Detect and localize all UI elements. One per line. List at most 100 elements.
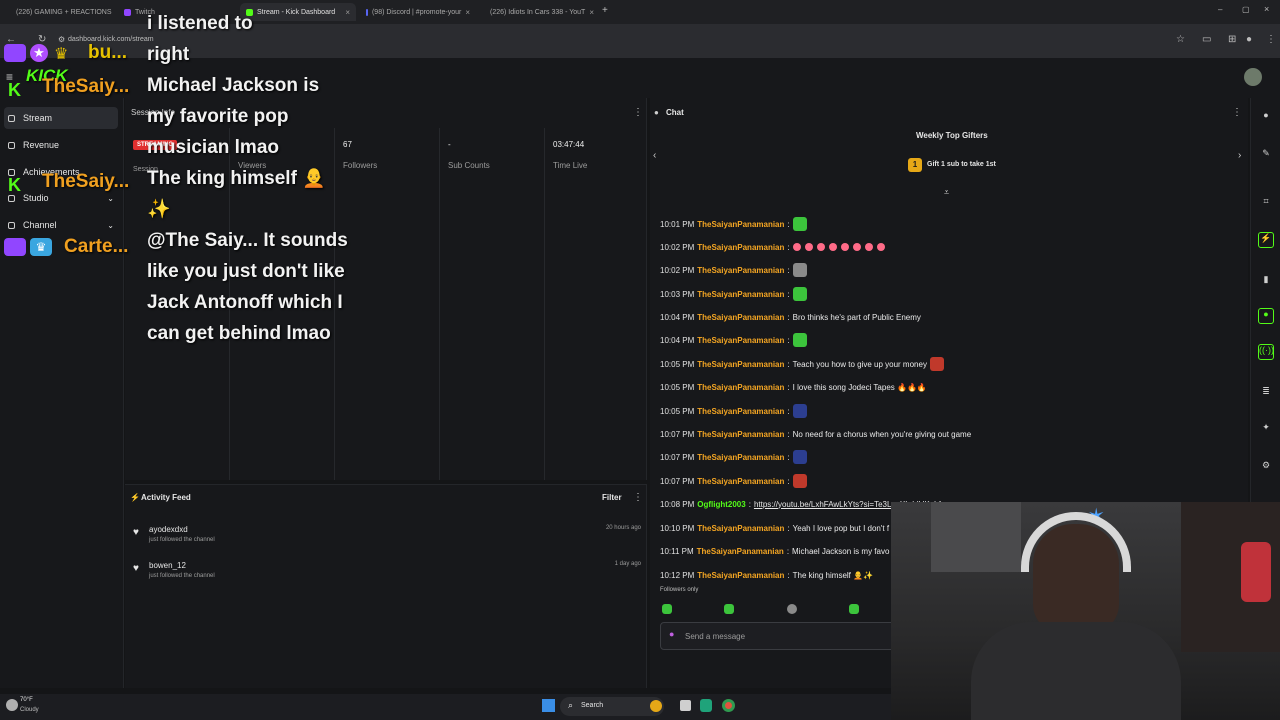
kebab-menu-icon[interactable]: ⋮ [633, 107, 643, 118]
crop-icon[interactable]: ⌗ [1260, 196, 1272, 208]
kebab-menu-icon[interactable]: ⋮ [633, 492, 643, 503]
gift-rank-badge: 1 [908, 158, 922, 172]
chat-separator: : [787, 289, 790, 299]
sidebar-item-channel[interactable]: Channel ⌄ [4, 214, 118, 236]
chrome-icon[interactable] [722, 699, 735, 712]
settings-icon[interactable]: ⚙ [1260, 460, 1272, 472]
chat-username[interactable]: TheSaiyanPanamanian [697, 571, 784, 580]
info-icon[interactable]: ● [1260, 110, 1272, 122]
sub-count-value: - [448, 140, 451, 149]
emote-icon[interactable] [724, 604, 734, 614]
emote-icon[interactable] [662, 604, 672, 614]
minimize-icon[interactable]: – [1218, 5, 1222, 14]
gift-prompt[interactable]: Gift 1 sub to take 1st [927, 161, 996, 168]
emote-icon [929, 357, 944, 371]
emote-icon[interactable] [849, 604, 859, 614]
tab-youtube-idiots[interactable]: (226) Idiots In Cars 338 - YouT × [480, 3, 596, 21]
app-icon[interactable] [700, 699, 712, 712]
sidebar-item-label: Studio [23, 193, 49, 203]
chat-separator: : [787, 429, 790, 439]
close-icon[interactable]: × [589, 8, 594, 17]
broadcast-icon[interactable]: ((·)) [1258, 344, 1274, 360]
windows-start-icon[interactable] [542, 699, 555, 712]
chat-username[interactable]: Ogflight2003 [697, 500, 745, 509]
emote-icon[interactable] [787, 604, 797, 614]
emote-icon [792, 287, 807, 301]
filter-button[interactable]: Filter [602, 493, 622, 502]
tab-youtube-gaming[interactable]: (226) GAMING + REACTIONS × [6, 3, 114, 21]
chevron-right-icon[interactable]: › [1238, 150, 1241, 161]
search-highlight-icon [650, 700, 662, 712]
chat-input[interactable]: ● Send a message [660, 622, 896, 650]
profile-icon[interactable]: ● [1246, 34, 1252, 45]
emote-icon [792, 404, 807, 418]
person-head [1033, 524, 1119, 634]
star-icon: ★ [30, 44, 48, 62]
chat-username[interactable]: TheSaiyanPanamanian [697, 477, 784, 486]
close-window-icon[interactable]: × [1264, 4, 1269, 14]
plus-icon[interactable]: + [602, 5, 608, 16]
overlay-username: Carte... [64, 236, 129, 257]
chat-toggle-icon[interactable]: ● [1258, 308, 1274, 324]
close-icon[interactable]: × [465, 8, 470, 17]
heart-emote-icon [852, 243, 861, 251]
chevron-down-icon[interactable]: ⌄ [107, 221, 114, 230]
list-icon[interactable]: ≣ [1260, 386, 1272, 398]
avatar[interactable] [1244, 68, 1262, 86]
trash-icon[interactable]: ▮ [1260, 274, 1272, 286]
tab-discord[interactable]: (98) Discord | #promote-your × [360, 3, 476, 21]
chevron-down-icon[interactable]: ⌄ [107, 194, 114, 203]
chat-username[interactable]: TheSaiyanPanamanian [697, 360, 784, 369]
activity-title: Activity Feed [141, 493, 191, 502]
overlay-line: @The Saiy... It sounds [147, 230, 348, 251]
heart-emote-icon [840, 243, 849, 251]
sub-count-label: Sub Counts [448, 161, 490, 170]
overlay-username: TheSaiy... [42, 76, 130, 97]
bookmark-star-icon[interactable]: ☆ [1176, 34, 1185, 45]
chat-username[interactable]: TheSaiyanPanamanian [697, 336, 784, 345]
chat-username[interactable]: TheSaiyanPanamanian [697, 290, 784, 299]
heart-icon: ♥ [133, 563, 139, 574]
follower-name: ayodexdxd [149, 525, 188, 534]
chat-username[interactable]: TheSaiyanPanamanian [697, 453, 784, 462]
heart-emote-icon [792, 243, 801, 251]
overlay-line: The king himself 🧑‍🦲 [147, 168, 326, 189]
pinned-collapse-icon[interactable]: ⩡ [944, 187, 949, 198]
chevron-left-icon[interactable]: ‹ [653, 150, 656, 161]
chat-message: 10:01 PM TheSaiyanPanamanian: [660, 216, 807, 232]
chat-message: 10:05 PM TheSaiyanPanamanian: [660, 403, 807, 419]
microphone-icon[interactable]: ● [669, 629, 674, 639]
crown-icon: ♛ [54, 46, 69, 63]
chat-username[interactable]: TheSaiyanPanamanian [697, 547, 784, 556]
chat-input-placeholder: Send a message [685, 632, 746, 641]
tab-label: (98) Discord | #promote-your [371, 8, 462, 16]
chat-username[interactable]: TheSaiyanPanamanian [697, 243, 784, 252]
taskbar-search[interactable]: ⌕ Search [560, 697, 664, 716]
sidebar-item-stream[interactable]: Stream [4, 107, 118, 129]
sidepanel-icon[interactable]: ▭ [1202, 34, 1211, 45]
extensions-icon[interactable]: ⊞ [1228, 34, 1236, 45]
chat-username[interactable]: TheSaiyanPanamanian [697, 220, 784, 229]
chat-username[interactable]: TheSaiyanPanamanian [697, 313, 784, 322]
chat-separator: : [787, 335, 790, 345]
chat-separator: : [787, 476, 790, 486]
chat-username[interactable]: TheSaiyanPanamanian [697, 430, 784, 439]
lightning-icon[interactable]: ⚡ [1258, 232, 1274, 248]
maximize-icon[interactable]: ▢ [1242, 5, 1250, 14]
sidebar-item-revenue[interactable]: Revenue [4, 134, 118, 156]
menu-kebab-icon[interactable]: ⋮ [1266, 34, 1276, 45]
wrench-icon[interactable]: ✦ [1260, 422, 1272, 434]
chat-username[interactable]: TheSaiyanPanamanian [697, 524, 784, 533]
window-shade [931, 502, 1021, 572]
edit-icon[interactable]: ✎ [1260, 148, 1272, 160]
webcam-feed: ✶ [891, 502, 1280, 720]
chat-username[interactable]: TheSaiyanPanamanian [697, 383, 784, 392]
chat-username[interactable]: TheSaiyanPanamanian [697, 266, 784, 275]
chat-username[interactable]: TheSaiyanPanamanian [697, 407, 784, 416]
kebab-menu-icon[interactable]: ⋮ [1232, 107, 1242, 118]
chat-separator: : [787, 219, 790, 229]
site-info-icon[interactable]: ⚙ [58, 35, 65, 44]
time-live-value: 03:47:44 [553, 140, 585, 149]
heart-emote-icon [804, 243, 813, 251]
task-view-icon[interactable] [680, 700, 691, 711]
